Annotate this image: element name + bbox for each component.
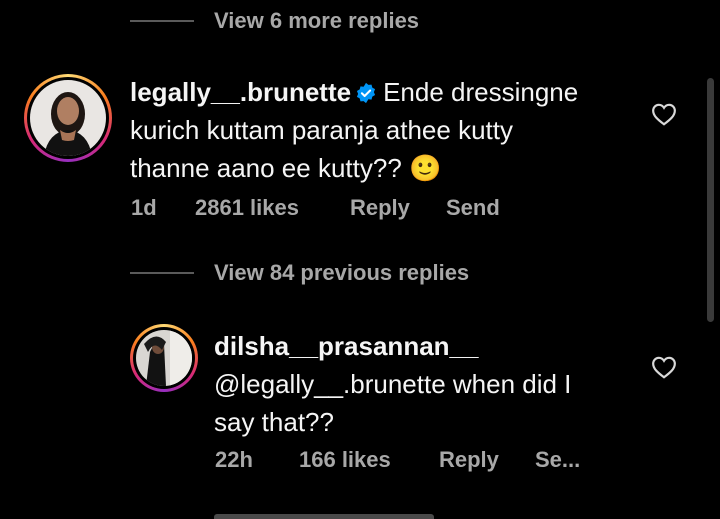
- view-previous-replies-label: View 84 previous replies: [214, 260, 470, 285]
- comment-1-text-line1: Ende dressingne: [383, 77, 579, 107]
- comment-2-likes[interactable]: 166 likes: [299, 447, 439, 473]
- comment-1-text-line3: thanne aano ee kutty??: [130, 153, 402, 183]
- heart-outline-icon[interactable]: [651, 355, 677, 379]
- comment-2-body: dilsha__prasannan__ @legally__.brunette …: [214, 327, 654, 441]
- view-more-replies[interactable]: View 6 more replies: [130, 8, 419, 34]
- comment-1-reply-button[interactable]: Reply: [350, 195, 446, 221]
- avatar-legally-brunette[interactable]: [24, 74, 112, 162]
- comment-1-text-line2: kurich kuttam paranja athee kutty: [130, 115, 513, 145]
- view-previous-replies[interactable]: View 84 previous replies: [130, 260, 469, 286]
- next-row-clipped: [214, 510, 444, 519]
- verified-badge-icon: [357, 82, 376, 104]
- comment-1-meta: 1d 2861 likes Reply Send: [131, 195, 500, 221]
- heart-outline-icon[interactable]: [651, 102, 677, 126]
- thread-line: [130, 20, 194, 22]
- comment-2-reply-button[interactable]: Reply: [439, 447, 535, 473]
- comment-2-text-line1: @legally__.brunette when did I: [214, 369, 572, 399]
- comment-2-meta: 22h 166 likes Reply Se...: [215, 447, 580, 473]
- comment-1-send-button[interactable]: Send: [446, 195, 500, 221]
- view-more-replies-label: View 6 more replies: [214, 8, 420, 33]
- comment-2-time: 22h: [215, 447, 253, 472]
- comment-2-text-line2: say that??: [214, 407, 334, 437]
- comment-1-time: 1d: [131, 195, 157, 220]
- comment-2-username[interactable]: dilsha__prasannan__: [214, 331, 478, 361]
- comment-1-body: legally__.brunette Ende dressingne kurich…: [130, 73, 650, 188]
- comment-1-username[interactable]: legally__.brunette: [130, 77, 351, 107]
- thread-line: [130, 272, 194, 274]
- scrollbar[interactable]: [707, 78, 714, 322]
- comment-2-send-button[interactable]: Se...: [535, 447, 580, 473]
- smile-emoji: 🙂: [409, 154, 442, 184]
- avatar-dilsha-prasannan[interactable]: [130, 324, 198, 392]
- comment-1-likes[interactable]: 2861 likes: [195, 195, 350, 221]
- avatar-photo: [30, 80, 106, 156]
- avatar-photo: [136, 330, 192, 386]
